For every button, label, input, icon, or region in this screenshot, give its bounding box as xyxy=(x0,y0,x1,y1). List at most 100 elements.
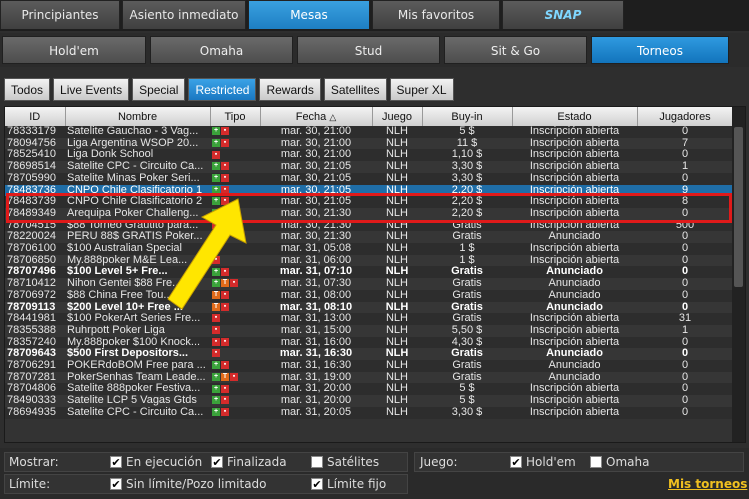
table-row[interactable]: 78706850 My.888poker M&E Lea... ▪ mar. 31, … xyxy=(5,254,733,267)
table-row[interactable]: 78707496 $100 Level 5+ Fre... + ▪ mar. 31, 0… xyxy=(5,266,733,279)
table-header: ID Nombre Tipo Fecha △ Juego Buy-in Esta… xyxy=(5,107,734,126)
table-row[interactable]: 78706291 POKERdoBOM Free para ... + ▪ mar. 3… xyxy=(5,360,733,372)
name-cell: Liga Donk School xyxy=(65,149,210,162)
date-cell: mar. 31, 16:00 xyxy=(260,336,372,349)
juego-label: Juego: xyxy=(420,455,458,469)
filter-restricted[interactable]: Restricted xyxy=(188,78,257,101)
lock-icon: ▪ xyxy=(221,138,229,147)
id-cell: 78707496 xyxy=(5,266,65,279)
table-row[interactable]: 78490333 Satelite LCP 5 Vagas Gtds + ▪ mar. … xyxy=(5,395,733,407)
tipo-icons: ▪ xyxy=(210,324,260,337)
holdem-checkbox[interactable]: ✔ xyxy=(510,456,522,468)
table-row[interactable]: 78706972 $88 China Free Tou... T ▪ mar. 31, … xyxy=(5,289,733,302)
table-row[interactable]: 78704806 Satelite 888poker Festiva... + ▪ ma… xyxy=(5,383,733,396)
table-row[interactable]: 78333179 Satelite Gauchao - 3 Vag... + ▪ mar… xyxy=(5,126,733,138)
table-row[interactable]: 78706100$100 Australian Special▪mar. 31,… xyxy=(5,243,733,255)
finalizada-checkbox[interactable]: ✔ xyxy=(211,456,223,468)
lock-icon: ▪ xyxy=(221,407,229,416)
table-row[interactable]: 78525410 Liga Donk School ▪ mar. 30, 21:00 N… xyxy=(5,149,733,162)
game-cell: NLH xyxy=(372,126,422,138)
tab-mis-favoritos[interactable]: Mis favoritos xyxy=(372,0,500,29)
name-cell: Satelite LCP 5 Vagas Gtds xyxy=(65,395,210,407)
tipo-icons: ▪ xyxy=(210,149,260,162)
table-row[interactable]: 78355388 Ruhrpott Poker Liga ▪ mar. 31, 15:… xyxy=(5,324,733,337)
scrollbar[interactable] xyxy=(732,107,745,442)
col-buyin[interactable]: Buy-in xyxy=(422,107,513,126)
tab-sit-go[interactable]: Sit & Go xyxy=(444,36,587,64)
players-cell: 0 xyxy=(637,371,733,384)
buyin-cell: Gratis xyxy=(422,266,512,279)
tab-mesas[interactable]: Mesas xyxy=(248,0,370,29)
table-row[interactable]: 78094756 Liga Argentina WSOP 20... + ▪ mar. … xyxy=(5,137,733,150)
tab-snap[interactable]: SNAP xyxy=(502,0,624,29)
sin-limite-checkbox[interactable]: ✔ xyxy=(110,478,122,490)
date-cell: mar. 31, 16:30 xyxy=(260,348,372,361)
satelites-checkbox[interactable] xyxy=(311,456,323,468)
table-row[interactable]: 78357240 My.888poker $100 Knock... ▪ ▪ mar. … xyxy=(5,336,733,349)
limite-fijo-checkbox[interactable]: ✔ xyxy=(311,478,323,490)
id-cell: 78707281 xyxy=(5,371,65,384)
plus-icon: + xyxy=(212,127,220,136)
filter-live-events[interactable]: Live Events xyxy=(53,78,130,101)
name-cell: Satelite Gauchao - 3 Vag... xyxy=(65,126,210,138)
lock-icon: ▪ xyxy=(212,349,220,358)
date-cell: mar. 31, 19:00 xyxy=(260,371,372,384)
table-row[interactable]: 78705990 Satelite Minas Poker Seri... + ▪ ma… xyxy=(5,172,733,185)
table-row[interactable]: 78710412 Nihon Gentei $88 Fre... + T ▪ mar. 3… xyxy=(5,278,733,290)
tipo-icons: ▪ ▪ xyxy=(210,336,260,349)
tab-asiento-inmediato[interactable]: Asiento inmediato xyxy=(122,0,246,29)
date-cell: mar. 31, 06:00 xyxy=(260,254,372,267)
tipo-icons: +▪ xyxy=(210,137,260,150)
lock-icon: ▪ xyxy=(212,337,220,346)
mis-torneos-link[interactable]: Mis torneos xyxy=(668,477,747,491)
tipo-icons: +▪ xyxy=(210,360,260,372)
tab-holdem[interactable]: Hold'em xyxy=(2,36,146,64)
omaha-checkbox[interactable] xyxy=(590,456,602,468)
en-ejecucion-checkbox[interactable]: ✔ xyxy=(110,456,122,468)
players-cell: 0 xyxy=(637,348,733,361)
id-cell: 78490333 xyxy=(5,395,65,407)
table-row[interactable]: 78707281 PokerSenhas Team Leade... + T ▪ mar.… xyxy=(5,371,733,384)
tab-torneos[interactable]: Torneos xyxy=(591,36,729,64)
col-jugadores[interactable]: Jugadores xyxy=(637,107,734,126)
status-cell: Anunciado xyxy=(512,371,637,384)
game-tab-bar: Hold'em Omaha Stud Sit & Go Torneos xyxy=(0,33,749,67)
players-cell: 31 xyxy=(637,313,733,325)
players-cell: 0 xyxy=(637,278,733,290)
col-juego[interactable]: Juego xyxy=(372,107,423,126)
col-fecha[interactable]: Fecha △ xyxy=(260,107,373,126)
lock-icon: ▪ xyxy=(230,372,238,381)
top-tab-bar: Principiantes Asiento inmediato Mesas Mi… xyxy=(0,0,749,31)
col-nombre[interactable]: Nombre xyxy=(65,107,211,126)
tab-stud[interactable]: Stud xyxy=(297,36,440,64)
filter-rewards[interactable]: Rewards xyxy=(259,78,321,101)
filter-todos[interactable]: Todos xyxy=(4,78,51,101)
date-cell: mar. 30, 21:30 xyxy=(260,231,372,244)
filter-special[interactable]: Special xyxy=(132,78,186,101)
tipo-icons: + T ▪ xyxy=(210,371,260,384)
lock-icon: ▪ xyxy=(221,361,229,370)
scroll-thumb[interactable] xyxy=(734,127,743,287)
buyin-cell: Gratis xyxy=(422,371,512,384)
lock-icon: ▪ xyxy=(221,162,229,171)
table-row[interactable]: 78441981 $100 PokerArt Series Fre... ▪ mar.… xyxy=(5,313,733,325)
status-cell: Inscripción abierta xyxy=(512,161,637,173)
date-cell: mar. 31, 20:00 xyxy=(260,395,372,407)
game-cell: NLH xyxy=(372,289,422,302)
table-row[interactable]: 78709643 $500 First Depositors... ▪ mar. 31… xyxy=(5,348,733,361)
table-row[interactable]: 78220024PERU 88$ GRATIS Poker...▪mar. 30… xyxy=(5,231,733,244)
filter-satellites[interactable]: Satellites xyxy=(323,78,387,101)
status-cell: Inscripción abierta xyxy=(512,254,637,267)
table-row[interactable]: 78698514 Satelite CPC - Circuito Ca... + ▪ m… xyxy=(5,161,733,173)
col-id[interactable]: ID xyxy=(5,107,66,126)
highlight-box xyxy=(6,193,732,223)
filter-super-xl[interactable]: Super XL xyxy=(389,78,454,101)
tab-principiantes[interactable]: Principiantes xyxy=(0,0,120,29)
col-estado[interactable]: Estado xyxy=(512,107,638,126)
date-cell: mar. 30, 21:05 xyxy=(260,172,372,185)
tab-omaha[interactable]: Omaha xyxy=(150,36,293,64)
col-tipo[interactable]: Tipo xyxy=(210,107,261,126)
players-cell: 0 xyxy=(637,254,733,267)
table-row[interactable]: 78694935 Satelite CPC - Circuito Ca... + ▪ m… xyxy=(5,406,733,419)
table-row[interactable]: 78709113 $200 Level 10+ Free ... T ▪ mar. 31… xyxy=(5,301,733,314)
